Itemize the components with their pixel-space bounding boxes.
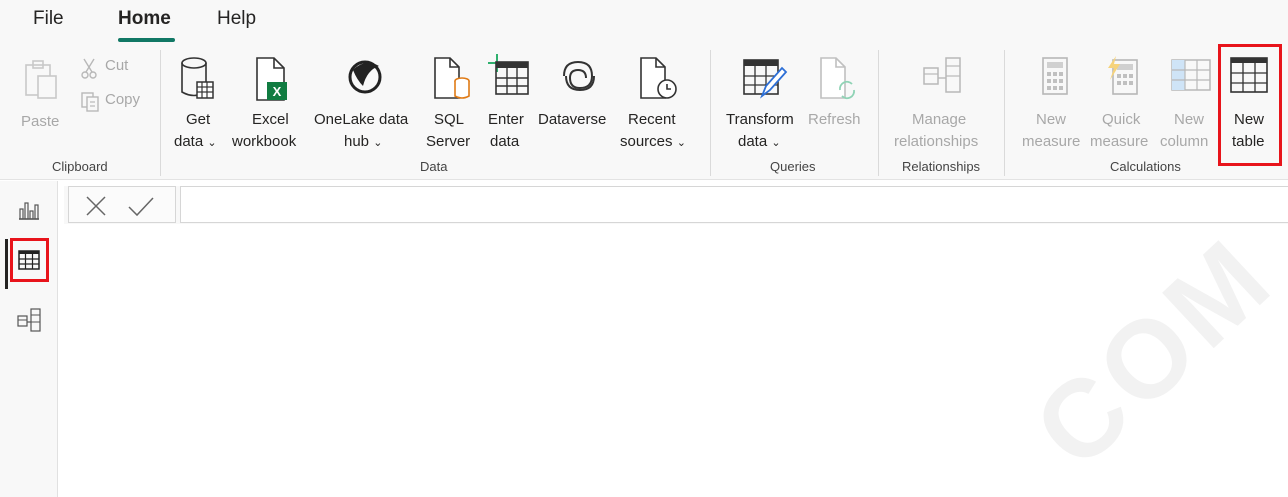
paste-button[interactable]: Paste <box>18 48 66 148</box>
ribbon-tabs: File Home Help <box>0 0 1288 44</box>
enter-data-label-1: Enter <box>488 111 524 128</box>
get-data-label-1: Get <box>186 111 211 128</box>
transform-data-button[interactable]: Transform data ⌄ <box>724 48 804 152</box>
tab-help[interactable]: Help <box>217 8 256 30</box>
transform-label-2: data ⌄ <box>738 133 781 150</box>
sql-server-icon <box>434 57 470 99</box>
cancel-x-icon[interactable] <box>85 195 107 217</box>
transform-data-icon <box>743 59 788 99</box>
group-divider <box>1004 50 1005 176</box>
manage-label-1: Manage <box>912 111 967 128</box>
tab-file[interactable]: File <box>33 8 64 30</box>
group-divider <box>710 50 711 176</box>
svg-text:X: X <box>273 84 282 99</box>
active-tab-indicator <box>118 38 175 42</box>
paste-label: Paste <box>21 113 60 130</box>
copy-icon <box>81 92 99 112</box>
dataverse-icon <box>563 60 595 92</box>
database-icon <box>181 57 214 99</box>
manage-relationships-button[interactable]: Manage relationships <box>894 48 994 152</box>
active-view-indicator <box>5 239 8 289</box>
sql-server-button[interactable]: SQL Server <box>424 48 476 152</box>
bar-chart-icon <box>19 202 39 220</box>
excel-workbook-button[interactable]: X Excel workbook <box>230 48 310 152</box>
new-column-button[interactable]: New column <box>1160 48 1222 152</box>
ribbon: Paste Cut Copy Clipboard Get data ⌄ X Ex… <box>0 44 1288 180</box>
quick-measure-button[interactable]: Quick measure <box>1090 48 1158 152</box>
relationships-group-label: Relationships <box>902 159 981 174</box>
formula-input[interactable] <box>180 186 1288 223</box>
new-measure-label-1: New <box>1036 111 1067 128</box>
quick-measure-label-2: measure <box>1090 133 1149 150</box>
onelake-label-1: OneLake data <box>314 111 409 128</box>
get-data-label-2: data ⌄ <box>174 133 217 150</box>
dataverse-label: Dataverse <box>538 111 607 128</box>
copy-button[interactable]: Copy <box>80 90 150 114</box>
formula-commit-cancel <box>68 186 176 223</box>
report-view-button[interactable] <box>12 193 46 227</box>
dataverse-button[interactable]: Dataverse <box>536 48 620 152</box>
watermark: COM <box>1011 214 1288 492</box>
new-measure-label-2: measure <box>1022 133 1081 150</box>
sql-label-2: Server <box>426 133 471 150</box>
new-column-label-1: New <box>1174 111 1205 128</box>
enter-data-button[interactable]: Enter data <box>482 48 534 152</box>
onelake-data-hub-button[interactable]: OneLake data hub ⌄ <box>312 48 422 152</box>
excel-label-1: Excel <box>252 111 289 128</box>
recent-label-1: Recent <box>628 111 676 128</box>
model-icon <box>17 308 41 332</box>
new-table-highlight-box <box>1218 44 1282 166</box>
recent-sources-button[interactable]: Recent sources ⌄ <box>618 48 694 152</box>
group-divider <box>878 50 879 176</box>
queries-group-label: Queries <box>770 159 816 174</box>
refresh-label: Refresh <box>808 111 861 128</box>
recent-label-2: sources ⌄ <box>620 133 686 150</box>
new-measure-button[interactable]: New measure <box>1020 48 1088 152</box>
enter-data-table-icon <box>488 54 529 95</box>
chevron-down-icon: ⌄ <box>676 137 686 149</box>
manage-label-2: relationships <box>894 133 979 150</box>
table-view-highlight-box <box>10 238 49 282</box>
quick-measure-label-1: Quick <box>1102 111 1141 128</box>
excel-icon: X <box>256 57 287 101</box>
chevron-down-icon: ⌄ <box>771 137 781 149</box>
refresh-icon <box>820 57 855 100</box>
chevron-down-icon: ⌄ <box>373 137 383 149</box>
cut-label: Cut <box>105 57 129 74</box>
calculations-group-label: Calculations <box>1110 159 1181 174</box>
chevron-down-icon: ⌄ <box>207 137 217 149</box>
data-group-label: Data <box>420 159 448 174</box>
cut-button[interactable]: Cut <box>80 56 150 80</box>
formula-bar <box>64 186 1288 224</box>
quick-measure-icon <box>1108 56 1138 95</box>
enter-data-label-2: data <box>490 133 520 150</box>
relationships-icon <box>923 57 961 93</box>
calculator-icon <box>1042 57 1068 95</box>
onelake-icon <box>348 60 382 94</box>
scissors-icon <box>81 58 97 79</box>
tab-home[interactable]: Home <box>118 8 171 30</box>
paste-icon <box>25 60 57 99</box>
commit-check-icon[interactable] <box>127 195 155 217</box>
group-divider <box>160 50 161 176</box>
onelake-label-2: hub ⌄ <box>344 133 383 150</box>
new-column-label-2: column <box>1160 133 1209 150</box>
recent-sources-icon <box>640 57 677 99</box>
model-view-button[interactable] <box>12 303 46 337</box>
get-data-button[interactable]: Get data ⌄ <box>172 48 224 152</box>
view-rail <box>0 181 58 497</box>
copy-label: Copy <box>105 91 141 108</box>
transform-label-1: Transform <box>726 111 794 128</box>
sql-label-1: SQL <box>434 111 465 128</box>
refresh-button[interactable]: Refresh <box>806 48 868 152</box>
excel-label-2: workbook <box>232 133 297 150</box>
clipboard-group-label: Clipboard <box>52 159 108 174</box>
new-column-icon <box>1171 59 1211 91</box>
